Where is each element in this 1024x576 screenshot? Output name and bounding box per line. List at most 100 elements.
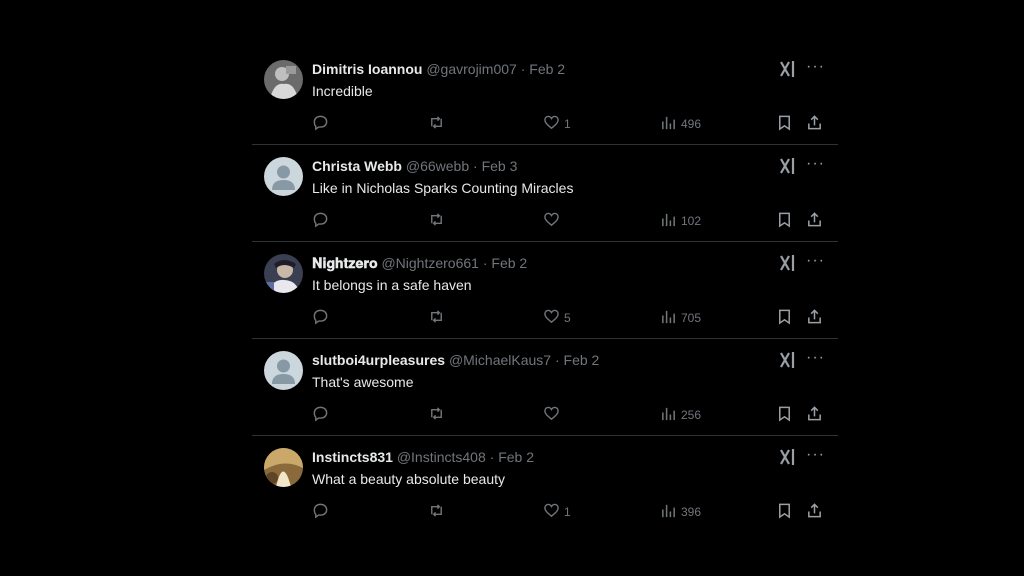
share-button[interactable] xyxy=(806,308,823,328)
action-bar: 102 xyxy=(312,211,824,231)
avatar[interactable] xyxy=(264,157,303,196)
reply-feed: Dimitris Ioannou @gavrojim007 · Feb 2 In… xyxy=(252,48,838,533)
share-button[interactable] xyxy=(806,405,823,425)
like-button[interactable] xyxy=(543,405,564,425)
share-icon xyxy=(806,502,823,522)
post-date[interactable]: Feb 2 xyxy=(491,255,527,271)
bookmark-button[interactable] xyxy=(776,211,793,231)
post-date[interactable]: Feb 2 xyxy=(564,352,600,368)
like-button[interactable]: 5 xyxy=(543,308,571,328)
views-button[interactable]: 496 xyxy=(660,114,701,134)
retweet-button[interactable] xyxy=(428,308,445,328)
retweet-button[interactable] xyxy=(428,405,445,425)
retweet-button[interactable] xyxy=(428,114,445,134)
reply-icon xyxy=(312,308,329,328)
more-icon[interactable]: ··· xyxy=(806,156,824,175)
reply-tweet[interactable]: Dimitris Ioannou @gavrojim007 · Feb 2 In… xyxy=(252,48,838,145)
more-icon[interactable]: ··· xyxy=(806,59,824,78)
bookmark-button[interactable] xyxy=(776,308,793,328)
tweet-header: 𝐍𝐢𝐠𝐡𝐭𝐳𝐞𝐫𝐨 @Nightzero661 · Feb 2 xyxy=(312,255,527,272)
user-handle[interactable]: @MichaelKaus7 xyxy=(449,352,551,368)
more-icon[interactable]: ··· xyxy=(806,253,824,272)
avatar[interactable] xyxy=(264,351,303,390)
like-button[interactable]: 1 xyxy=(543,502,571,522)
tweet-text: What a beauty absolute beauty xyxy=(312,471,506,487)
tweet-header: Christa Webb @66webb · Feb 3 xyxy=(312,158,517,175)
user-handle[interactable]: @Instincts408 xyxy=(397,449,486,465)
action-bar: 256 xyxy=(312,405,824,425)
grok-icon[interactable] xyxy=(780,60,796,78)
views-button[interactable]: 705 xyxy=(660,308,701,328)
analytics-icon xyxy=(660,114,677,134)
reply-button[interactable] xyxy=(312,308,329,328)
reply-button[interactable] xyxy=(312,211,329,231)
display-name[interactable]: Christa Webb xyxy=(312,158,402,174)
tweet-text: That's awesome xyxy=(312,374,414,390)
separator: · xyxy=(489,449,495,465)
bookmark-icon xyxy=(776,211,793,231)
more-icon[interactable]: ··· xyxy=(806,447,824,466)
user-handle[interactable]: @Nightzero661 xyxy=(381,255,479,271)
more-icon[interactable]: ··· xyxy=(806,350,824,369)
avatar[interactable] xyxy=(264,60,303,99)
grok-icon[interactable] xyxy=(780,254,796,272)
heart-icon xyxy=(543,502,560,522)
reply-button[interactable] xyxy=(312,114,329,134)
views-button[interactable]: 102 xyxy=(660,211,701,231)
like-count: 1 xyxy=(564,117,571,131)
retweet-button[interactable] xyxy=(428,502,445,522)
separator: · xyxy=(554,352,560,368)
user-handle[interactable]: @66webb xyxy=(406,158,469,174)
bookmark-icon xyxy=(776,502,793,522)
post-date[interactable]: Feb 2 xyxy=(529,61,565,77)
tweet-text: Incredible xyxy=(312,83,373,99)
views-button[interactable]: 396 xyxy=(660,502,701,522)
share-button[interactable] xyxy=(806,114,823,134)
retweet-icon xyxy=(428,308,445,328)
avatar[interactable] xyxy=(264,448,303,487)
bookmark-button[interactable] xyxy=(776,114,793,134)
display-name[interactable]: slutboi4urpleasures xyxy=(312,352,445,368)
reply-button[interactable] xyxy=(312,502,329,522)
action-bar: 1 396 xyxy=(312,502,824,522)
like-button[interactable] xyxy=(543,211,564,231)
heart-icon xyxy=(543,114,560,134)
views-button[interactable]: 256 xyxy=(660,405,701,425)
retweet-icon xyxy=(428,405,445,425)
display-name[interactable]: 𝐍𝐢𝐠𝐡𝐭𝐳𝐞𝐫𝐨 xyxy=(312,255,378,271)
action-bar: 5 705 xyxy=(312,308,824,328)
grok-icon[interactable] xyxy=(780,351,796,369)
post-date[interactable]: Feb 3 xyxy=(482,158,518,174)
reply-icon xyxy=(312,405,329,425)
heart-icon xyxy=(543,308,560,328)
reply-tweet[interactable]: slutboi4urpleasures @MichaelKaus7 · Feb … xyxy=(252,339,838,436)
analytics-icon xyxy=(660,502,677,522)
bookmark-button[interactable] xyxy=(776,405,793,425)
user-handle[interactable]: @gavrojim007 xyxy=(426,61,516,77)
like-count: 1 xyxy=(564,505,571,519)
share-button[interactable] xyxy=(806,211,823,231)
post-date[interactable]: Feb 2 xyxy=(498,449,534,465)
reply-button[interactable] xyxy=(312,405,329,425)
separator: · xyxy=(482,255,488,271)
reply-tweet[interactable]: 𝐍𝐢𝐠𝐡𝐭𝐳𝐞𝐫𝐨 @Nightzero661 · Feb 2 It belon… xyxy=(252,242,838,339)
bookmark-button[interactable] xyxy=(776,502,793,522)
retweet-button[interactable] xyxy=(428,211,445,231)
separator: · xyxy=(520,61,526,77)
grok-icon[interactable] xyxy=(780,157,796,175)
bookmark-icon xyxy=(776,114,793,134)
display-name[interactable]: Dimitris Ioannou xyxy=(312,61,422,77)
bookmark-icon xyxy=(776,308,793,328)
avatar[interactable] xyxy=(264,254,303,293)
reply-tweet[interactable]: Christa Webb @66webb · Feb 3 Like in Nic… xyxy=(252,145,838,242)
display-name[interactable]: Instincts831 xyxy=(312,449,393,465)
reply-tweet[interactable]: Instincts831 @Instincts408 · Feb 2 What … xyxy=(252,436,838,533)
retweet-icon xyxy=(428,211,445,231)
share-button[interactable] xyxy=(806,502,823,522)
share-icon xyxy=(806,114,823,134)
grok-icon[interactable] xyxy=(780,448,796,466)
like-button[interactable]: 1 xyxy=(543,114,571,134)
separator: · xyxy=(473,158,478,174)
view-count: 396 xyxy=(681,505,702,519)
share-icon xyxy=(806,405,823,425)
